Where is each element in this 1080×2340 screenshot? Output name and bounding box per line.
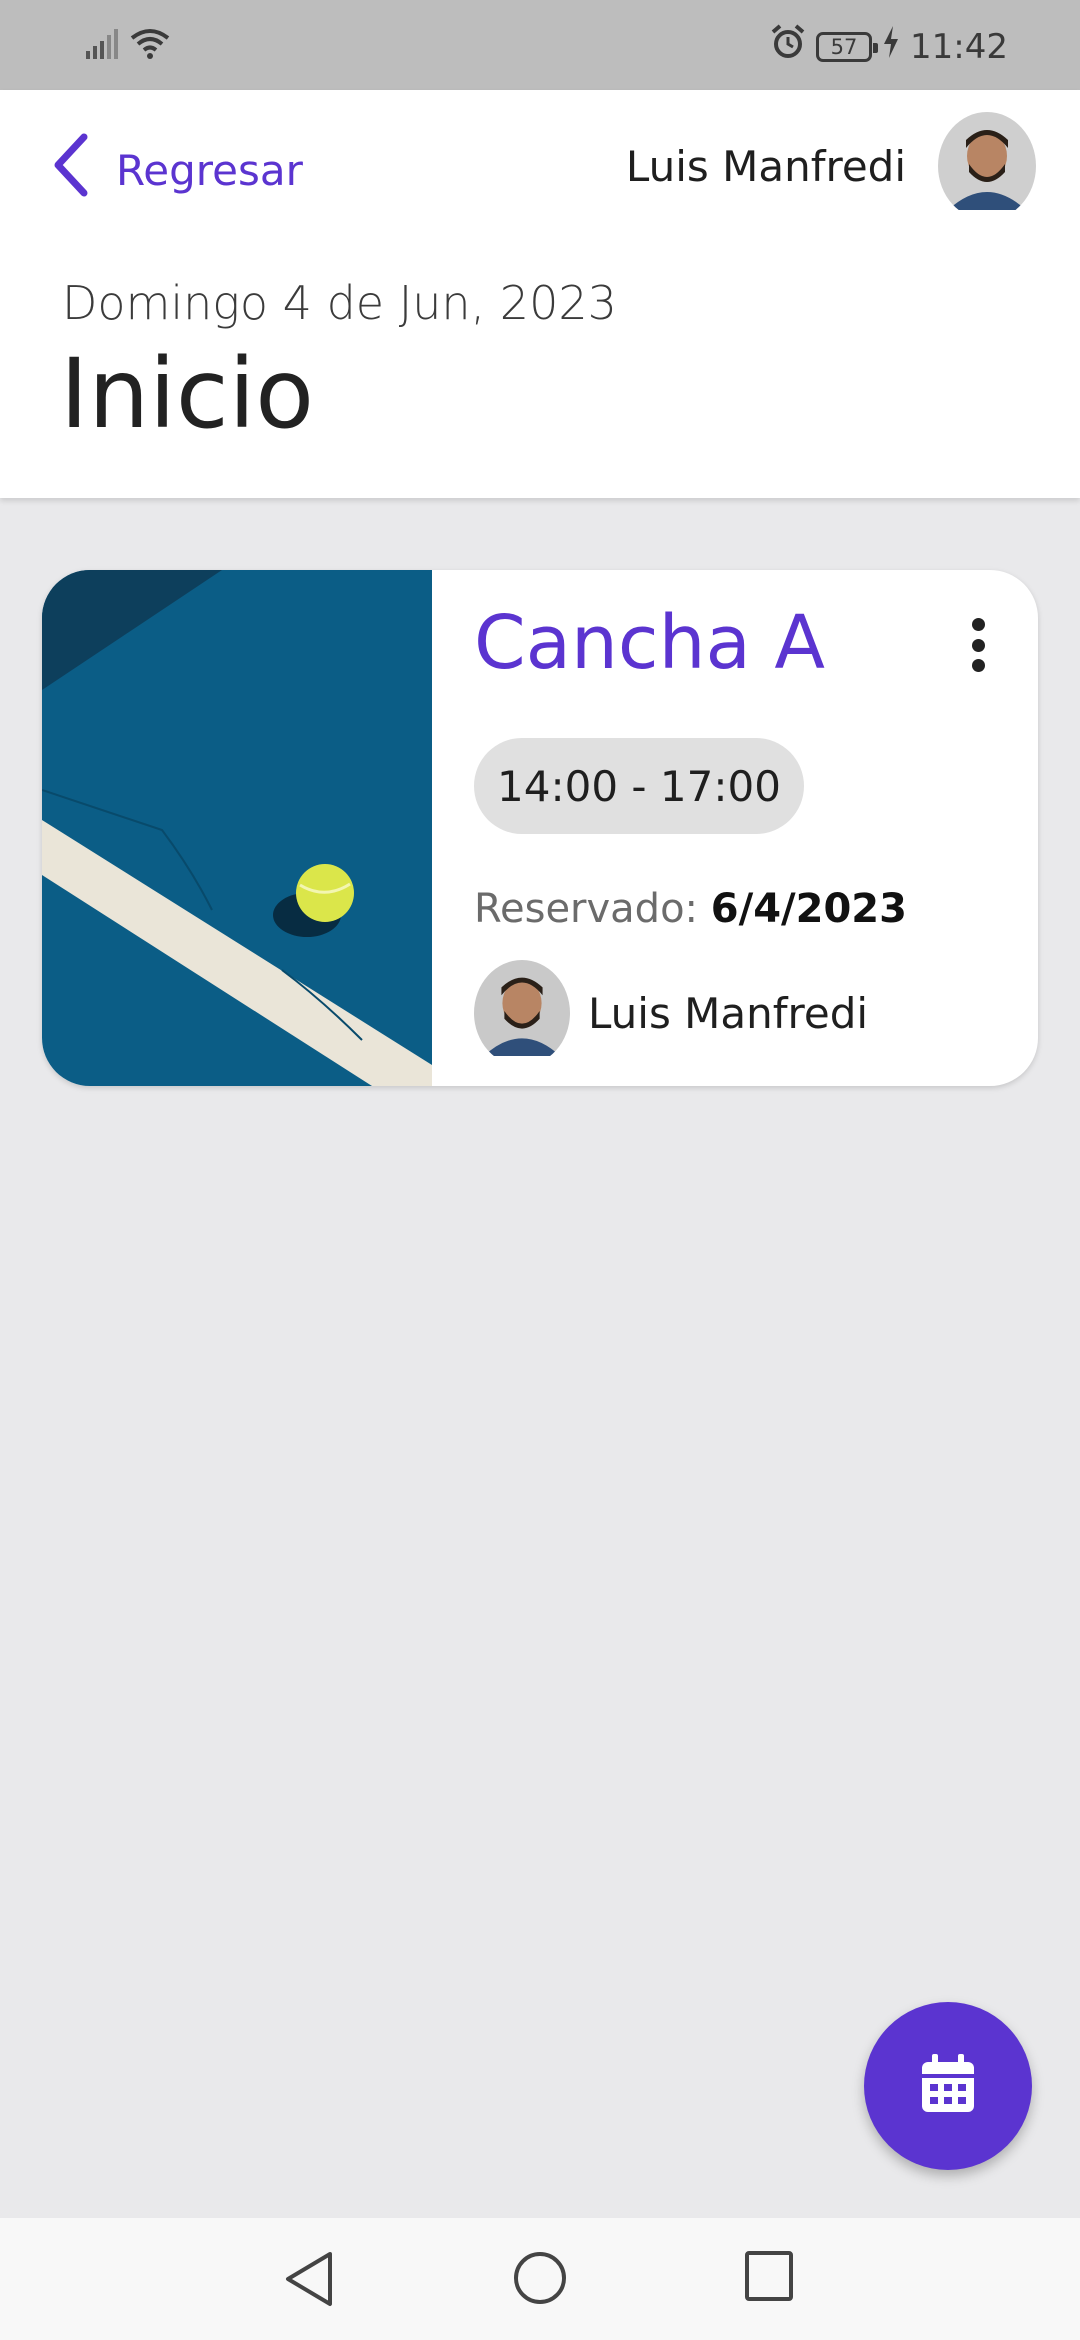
user-name: Luis Manfredi xyxy=(625,141,906,191)
booking-user: Luis Manfredi xyxy=(474,960,868,1066)
alarm-icon xyxy=(770,24,806,69)
calendar-fab-button[interactable] xyxy=(864,2002,1032,2170)
avatar[interactable] xyxy=(938,112,1036,220)
more-options-icon[interactable] xyxy=(958,610,998,680)
system-nav-bar xyxy=(0,2218,1080,2340)
court-image xyxy=(42,570,432,1086)
user-profile[interactable]: Luis Manfredi xyxy=(626,112,1036,220)
charging-icon xyxy=(882,26,900,67)
nav-home-icon[interactable] xyxy=(512,2250,568,2310)
page-title: Inicio xyxy=(60,338,315,450)
calendar-icon xyxy=(920,2054,976,2118)
status-time: 11:42 xyxy=(910,26,1008,67)
header: Regresar Luis Manfredi Domingo 4 de Jun,… xyxy=(0,90,1080,498)
back-label: Regresar xyxy=(116,145,303,195)
booking-card[interactable]: Cancha A 14:00 - 17:00 Reservado: 6/4/20… xyxy=(42,570,1038,1086)
reserved-date: 6/4/2023 xyxy=(710,886,907,932)
booking-user-name: Luis Manfredi xyxy=(588,988,869,1038)
chevron-left-icon xyxy=(50,133,90,207)
battery-icon: 57 xyxy=(816,31,879,62)
reserved-info: Reservado: 6/4/2023 xyxy=(474,886,907,932)
court-name: Cancha A xyxy=(474,600,825,686)
wifi-icon xyxy=(130,28,170,64)
date-subtitle: Domingo 4 de Jun, 2023 xyxy=(62,276,617,330)
avatar xyxy=(474,960,570,1066)
status-bar: 57 11:42 xyxy=(0,0,1080,90)
back-button[interactable]: Regresar xyxy=(50,130,303,210)
nav-recents-icon[interactable] xyxy=(744,2250,794,2306)
signal-icon xyxy=(86,29,120,63)
nav-back-icon[interactable] xyxy=(282,2250,336,2312)
time-chip: 14:00 - 17:00 xyxy=(474,738,804,834)
reserved-label: Reservado: xyxy=(474,886,699,932)
